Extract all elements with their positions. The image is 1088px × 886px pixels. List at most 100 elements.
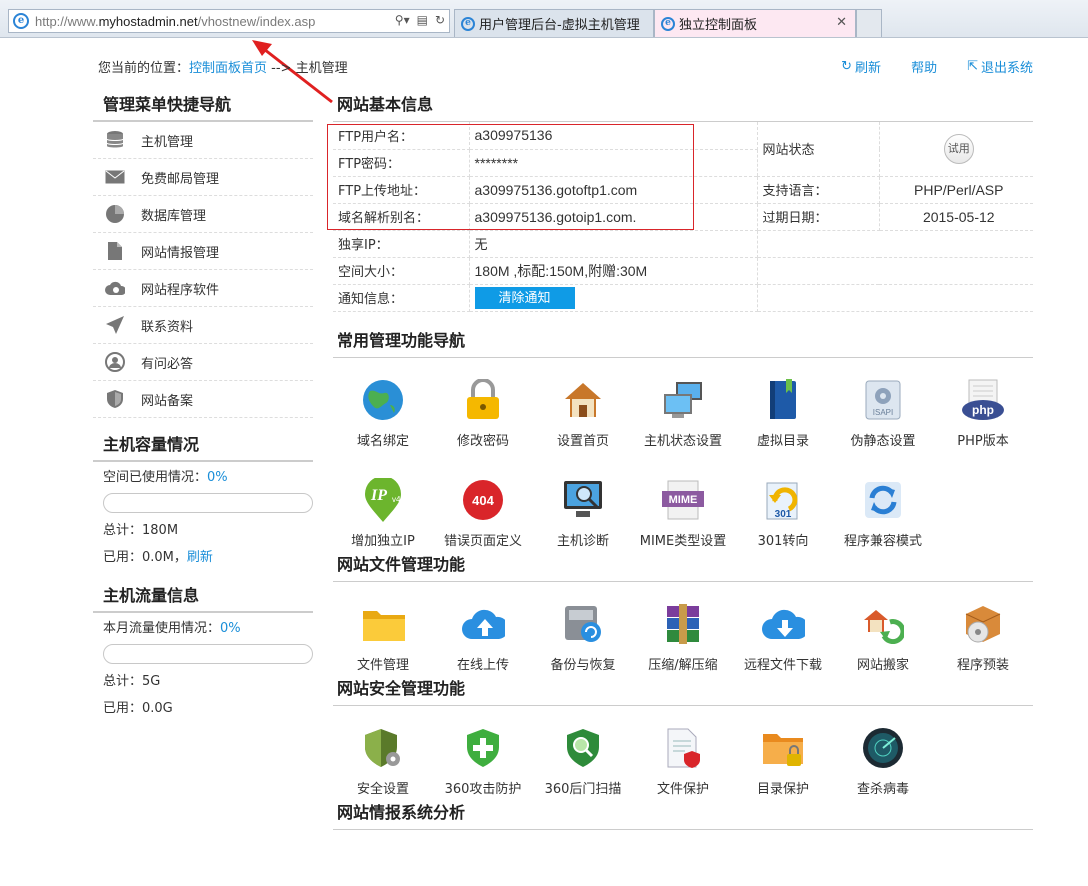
shield-plus-icon	[461, 726, 505, 770]
search-icon[interactable]: ⚲▾	[395, 13, 410, 27]
cloud-icon	[105, 278, 125, 298]
tool-domain-binding[interactable]: 域名绑定	[333, 362, 433, 462]
tool-backup[interactable]: 备份与恢复	[533, 586, 633, 686]
empty-cell	[757, 284, 1033, 312]
tool-label: 程序预装	[956, 657, 1009, 673]
tool-remote-download[interactable]: 远程文件下载	[733, 586, 833, 686]
tool-archive[interactable]: 压缩/解压缩	[633, 586, 733, 686]
traffic-total: 总计：5G	[103, 674, 161, 689]
sidebar-item-contact[interactable]: 联系资料	[93, 307, 313, 344]
tool-antivirus[interactable]: 查杀病毒	[833, 710, 933, 810]
tool-label: 程序兼容模式	[843, 533, 922, 549]
sidebar-item-label: 网站情报管理	[141, 245, 220, 261]
php-icon: php	[961, 378, 1005, 422]
sidebar-item-faq[interactable]: 有问必答	[93, 344, 313, 381]
breadcrumb-sep: -->	[267, 61, 296, 76]
tab-control-panel[interactable]: e 独立控制面板 ✕	[654, 9, 856, 37]
address-bar[interactable]: e http://www.myhostadmin.net/vhostnew/in…	[8, 9, 450, 33]
tool-set-homepage[interactable]: 设置首页	[533, 362, 633, 462]
r301-text: 301	[775, 509, 792, 520]
capacity-used-line: 空间已使用情况：0%	[103, 470, 228, 485]
tool-label: 远程文件下载	[743, 657, 822, 673]
ie-logo-icon: e	[13, 13, 29, 29]
tab-user-admin[interactable]: e 用户管理后台-虚拟主机管理	[454, 9, 654, 37]
mime-icon: MIME	[661, 478, 705, 522]
refresh-icon: ↻	[841, 59, 853, 74]
tool-360-scan[interactable]: 360后门扫描	[533, 710, 633, 810]
computers-icon	[661, 378, 705, 422]
tool-301-redirect[interactable]: 301 301转向	[733, 462, 833, 562]
security-grid: 安全设置 360攻击防护 360后门扫描 文件保护 目录保护 查杀病毒	[333, 706, 1033, 810]
tool-change-password[interactable]: 修改密码	[433, 362, 533, 462]
sidebar-item-label: 数据库管理	[141, 208, 207, 224]
browser-chrome: e http://www.myhostadmin.net/vhostnew/in…	[0, 0, 1088, 38]
compat-icon[interactable]: ▤	[417, 13, 428, 27]
tool-error-pages[interactable]: 404 错误页面定义	[433, 462, 533, 562]
site-status-cell: 试用	[879, 122, 1033, 177]
tool-virtual-dir[interactable]: 虚拟目录	[733, 362, 833, 462]
tool-label: 主机诊断	[556, 533, 609, 549]
top-links: ↻ 刷新 帮助 ⇱ 退出系统	[841, 57, 1033, 76]
tool-rewrite[interactable]: ISAPI 伪静态设置	[833, 362, 933, 462]
capacity-pct: 0%	[207, 470, 228, 485]
reload-icon[interactable]: ↻	[435, 13, 445, 27]
tool-diagnose[interactable]: 主机诊断	[533, 462, 633, 562]
tool-upload[interactable]: 在线上传	[433, 586, 533, 686]
tool-label: 伪静态设置	[850, 433, 916, 449]
isapi-gear-icon: ISAPI	[861, 378, 905, 422]
sidebar-item-siteinfo[interactable]: 网站情报管理	[93, 233, 313, 270]
tool-add-ip[interactable]: IP v4 增加独立IP	[333, 462, 433, 562]
breadcrumb: 您当前的位置：控制面板首页 --> 主机管理	[98, 57, 348, 76]
tool-file-manager[interactable]: 文件管理	[333, 586, 433, 686]
tool-site-move[interactable]: 网站搬家	[833, 586, 933, 686]
space-size-value: 180M ,标配:150M,附赠:30M	[469, 257, 758, 285]
tool-php-version[interactable]: php PHP版本	[933, 362, 1033, 462]
capacity-refresh-link[interactable]: 刷新	[187, 550, 213, 565]
clear-notice-button[interactable]: 清除通知	[474, 286, 575, 309]
close-tab-icon[interactable]: ✕	[836, 15, 847, 30]
tool-360-protect[interactable]: 360攻击防护	[433, 710, 533, 810]
tool-label: 301转向	[757, 533, 809, 549]
redirect-301-icon: 301	[761, 478, 805, 522]
language-value: PHP/Perl/ASP	[879, 176, 1033, 204]
breadcrumb-link[interactable]: 控制面板首页	[189, 61, 267, 76]
ie-logo-icon: e	[461, 16, 475, 31]
tool-mime[interactable]: MIME MIME类型设置	[633, 462, 733, 562]
tool-label: 目录保护	[756, 781, 809, 797]
sidebar-item-software[interactable]: 网站程序软件	[93, 270, 313, 307]
status-badge: 试用	[943, 133, 974, 164]
tool-label: PHP版本	[957, 433, 1009, 449]
tool-security-settings[interactable]: 安全设置	[333, 710, 433, 810]
logout-link[interactable]: ⇱ 退出系统	[967, 57, 1033, 76]
tool-file-protect[interactable]: 文件保护	[633, 710, 733, 810]
pie-icon	[105, 204, 125, 224]
site-info-title: 网站基本信息	[333, 90, 1033, 122]
traffic-used-line: 本月流量使用情况：0%	[103, 621, 241, 636]
new-tab-button[interactable]	[856, 9, 882, 37]
sidebar-item-icp[interactable]: 网站备案	[93, 381, 313, 418]
tool-label: 压缩/解压缩	[648, 657, 718, 673]
tool-preinstall[interactable]: 程序预装	[933, 586, 1033, 686]
tool-label: 查杀病毒	[856, 781, 909, 797]
sidebar-item-host[interactable]: 主机管理	[93, 122, 313, 159]
shield-icon	[105, 389, 125, 409]
php-text: php	[972, 403, 994, 417]
help-link[interactable]: 帮助	[911, 57, 937, 76]
sidebar-item-label: 主机管理	[141, 134, 194, 150]
refresh-link[interactable]: ↻ 刷新	[841, 57, 881, 76]
cloud-upload-icon	[461, 602, 505, 646]
sidebar-item-label: 联系资料	[141, 319, 194, 335]
sidebar-item-label: 有问必答	[141, 356, 194, 372]
tool-label: 修改密码	[456, 433, 509, 449]
house-icon	[561, 378, 605, 422]
tool-compat-mode[interactable]: 程序兼容模式	[833, 462, 933, 562]
monitor-search-icon	[561, 478, 605, 522]
tool-label: 主机状态设置	[643, 433, 722, 449]
book-icon	[761, 378, 805, 422]
e404-text: 404	[472, 493, 494, 508]
sidebar-item-database[interactable]: 数据库管理	[93, 196, 313, 233]
sync-icon	[861, 478, 905, 522]
sidebar-item-mail[interactable]: 免费邮局管理	[93, 159, 313, 196]
tool-dir-protect[interactable]: 目录保护	[733, 710, 833, 810]
tool-host-status[interactable]: 主机状态设置	[633, 362, 733, 462]
